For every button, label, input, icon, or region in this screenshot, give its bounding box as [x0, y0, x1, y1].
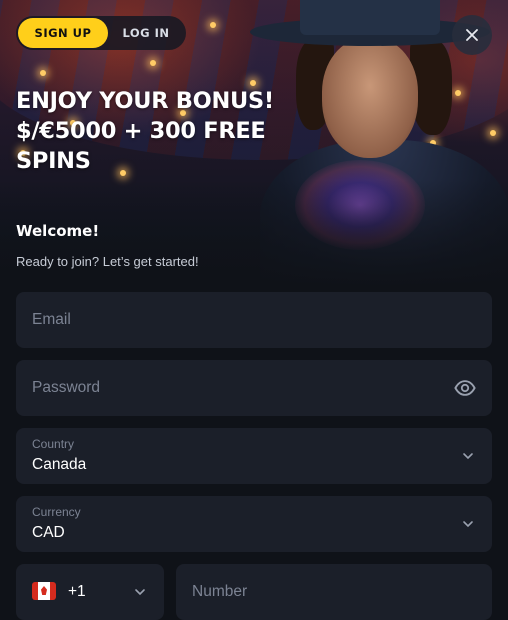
chevron-down-icon [463, 521, 473, 528]
currency-select[interactable]: Currency CAD [16, 496, 492, 552]
eye-icon[interactable] [454, 377, 476, 399]
password-placeholder: Password [32, 379, 101, 396]
welcome-subtitle: Ready to join? Let’s get started! [16, 254, 199, 269]
phone-code-select[interactable]: +1 [16, 564, 164, 620]
password-field[interactable]: Password [16, 360, 492, 416]
phone-code-value: +1 [68, 583, 86, 600]
close-button[interactable] [452, 15, 492, 55]
welcome-title: Welcome! [16, 222, 100, 240]
canada-flag-icon [32, 582, 56, 600]
chevron-down-icon [135, 589, 145, 596]
log-in-button[interactable]: LOG IN [108, 18, 184, 48]
country-label: Country [32, 437, 75, 451]
phone-number-field[interactable]: Number [176, 564, 492, 620]
currency-label: Currency [32, 505, 81, 519]
chevron-down-icon [463, 453, 473, 460]
sign-up-button[interactable]: SIGN UP [18, 18, 108, 48]
country-value: Canada [32, 456, 87, 473]
close-icon [466, 29, 478, 41]
email-field[interactable]: Email [16, 292, 492, 348]
auth-toggle: SIGN UP LOG IN [16, 16, 186, 50]
promo-line-2: $/€5000 + 300 FREE [16, 118, 266, 144]
promo-line-1: ENJOY YOUR BONUS! [16, 88, 274, 114]
currency-value: CAD [32, 524, 65, 541]
country-select[interactable]: Country Canada [16, 428, 492, 484]
promo-headline: ENJOY YOUR BONUS! $/€5000 + 300 FREE SPI… [16, 86, 316, 176]
email-placeholder: Email [32, 311, 71, 328]
number-placeholder: Number [192, 583, 248, 600]
promo-line-3: SPINS [16, 148, 91, 174]
